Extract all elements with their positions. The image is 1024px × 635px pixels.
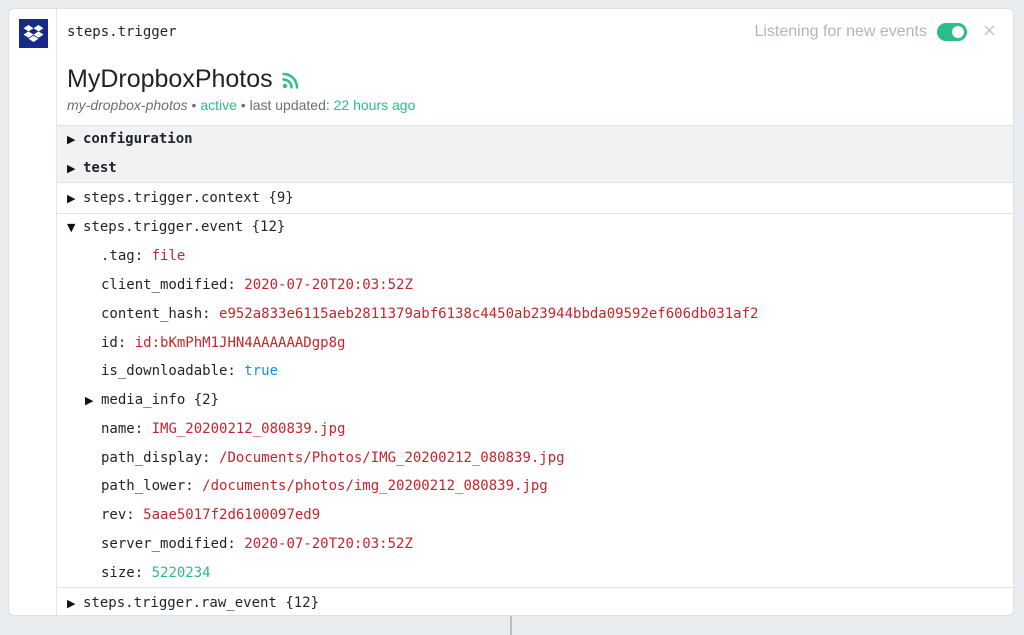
settings-sections: [57, 125, 1013, 183]
field-value: id:bKmPhM1JHN4AAAAAADgp8g: [134, 335, 346, 351]
field-key: name:: [101, 421, 144, 437]
field-value: 5aae5017f2d6100097ed9: [143, 507, 321, 523]
divider: [57, 125, 1013, 126]
event-field-server-modified: server_modified: 2020-07-20T20:03:52Z: [101, 534, 413, 554]
configuration-section[interactable]: ▶ configuration: [67, 129, 193, 149]
field-key: .tag:: [101, 248, 144, 264]
event-field-is-downloadable: is_downloadable: true: [101, 361, 278, 381]
field-value: 5220234: [151, 565, 211, 581]
field-key: rev:: [101, 507, 135, 523]
context-node[interactable]: ▶ steps.trigger.context {9}: [67, 188, 294, 208]
event-field-rev: rev: 5aae5017f2d6100097ed9: [101, 505, 320, 525]
meta-bullet: •: [240, 97, 246, 113]
last-updated-value: 22 hours ago: [333, 97, 416, 113]
listening-toggle[interactable]: [937, 23, 967, 41]
meta-bullet: •: [191, 97, 197, 113]
listening-label: Listening for new events: [754, 23, 927, 40]
field-key: size:: [101, 565, 144, 581]
source-meta: my-dropbox-photos • active • last update…: [67, 97, 415, 113]
source-title-row: MyDropboxPhotos: [67, 65, 301, 94]
close-icon[interactable]: ×: [982, 21, 997, 41]
event-field-name: name: IMG_20200212_080839.jpg: [101, 419, 345, 439]
event-label: steps.trigger.event: [83, 219, 244, 235]
field-value: e952a833e6115aeb2811379abf6138c4450ab239…: [219, 306, 759, 322]
field-value: IMG_20200212_080839.jpg: [151, 421, 346, 437]
raw-event-count: {12}: [285, 595, 320, 611]
caret-right-icon: ▶: [85, 393, 94, 407]
status-badge: active: [200, 97, 237, 113]
context-count: {9}: [268, 190, 294, 206]
event-field-id: id: id:bKmPhM1JHN4AAAAAADgp8g: [101, 333, 345, 353]
event-node[interactable]: ▼ steps.trigger.event {12}: [67, 217, 285, 237]
source-slug: my-dropbox-photos: [67, 97, 188, 113]
step-connector-line: [510, 616, 512, 635]
caret-right-icon: ▶: [67, 191, 76, 205]
rss-feed-icon: [281, 70, 301, 90]
field-value: /documents/photos/img_20200212_080839.jp…: [202, 478, 548, 494]
dropbox-logo-icon: [19, 19, 48, 48]
test-section[interactable]: ▶ test: [67, 158, 117, 178]
event-count: {12}: [251, 219, 286, 235]
field-value: 2020-07-20T20:03:52Z: [244, 536, 413, 552]
event-field-tag: .tag: file: [101, 246, 185, 266]
field-count: {2}: [193, 392, 220, 408]
toggle-knob: [952, 26, 964, 38]
caret-right-icon: ▶: [67, 132, 76, 146]
field-key: media_info: [101, 392, 186, 408]
event-field-media-info[interactable]: ▶ media_info {2}: [85, 390, 219, 410]
event-field-content-hash: content_hash: e952a833e6115aeb2811379abf…: [101, 304, 758, 324]
caret-down-icon: ▼: [67, 220, 76, 234]
test-label: test: [83, 160, 117, 176]
event-field-path-lower: path_lower: /documents/photos/img_202002…: [101, 476, 548, 496]
field-key: server_modified:: [101, 536, 236, 552]
field-key: content_hash:: [101, 306, 211, 322]
field-key: path_lower:: [101, 478, 194, 494]
event-field-size: size: 5220234: [101, 563, 211, 583]
field-key: path_display:: [101, 450, 211, 466]
field-value: /Documents/Photos/IMG_20200212_080839.jp…: [219, 450, 565, 466]
field-key: is_downloadable:: [101, 363, 236, 379]
field-value: true: [244, 363, 279, 379]
context-label: steps.trigger.context: [83, 190, 261, 206]
divider: [57, 587, 1013, 588]
trigger-step-card: steps.trigger Listening for new events ×…: [8, 8, 1014, 616]
event-field-path-display: path_display: /Documents/Photos/IMG_2020…: [101, 448, 565, 468]
step-content: steps.trigger Listening for new events ×…: [57, 9, 1013, 615]
raw-event-node[interactable]: ▶ steps.trigger.raw_event {12}: [67, 593, 319, 613]
caret-right-icon: ▶: [67, 596, 76, 610]
field-value: 2020-07-20T20:03:52Z: [244, 277, 413, 293]
step-name: steps.trigger: [67, 24, 177, 40]
field-value: file: [151, 248, 186, 264]
caret-right-icon: ▶: [67, 161, 76, 175]
last-updated-label: last updated:: [249, 97, 330, 113]
raw-event-label: steps.trigger.raw_event: [83, 595, 277, 611]
configuration-label: configuration: [83, 131, 193, 147]
field-key: id:: [101, 335, 127, 351]
event-field-client-modified: client_modified: 2020-07-20T20:03:52Z: [101, 275, 413, 295]
field-key: client_modified:: [101, 277, 236, 293]
divider: [57, 213, 1013, 214]
source-title[interactable]: MyDropboxPhotos: [67, 65, 273, 94]
listening-control: Listening for new events: [754, 23, 967, 41]
step-rail: [9, 9, 57, 615]
